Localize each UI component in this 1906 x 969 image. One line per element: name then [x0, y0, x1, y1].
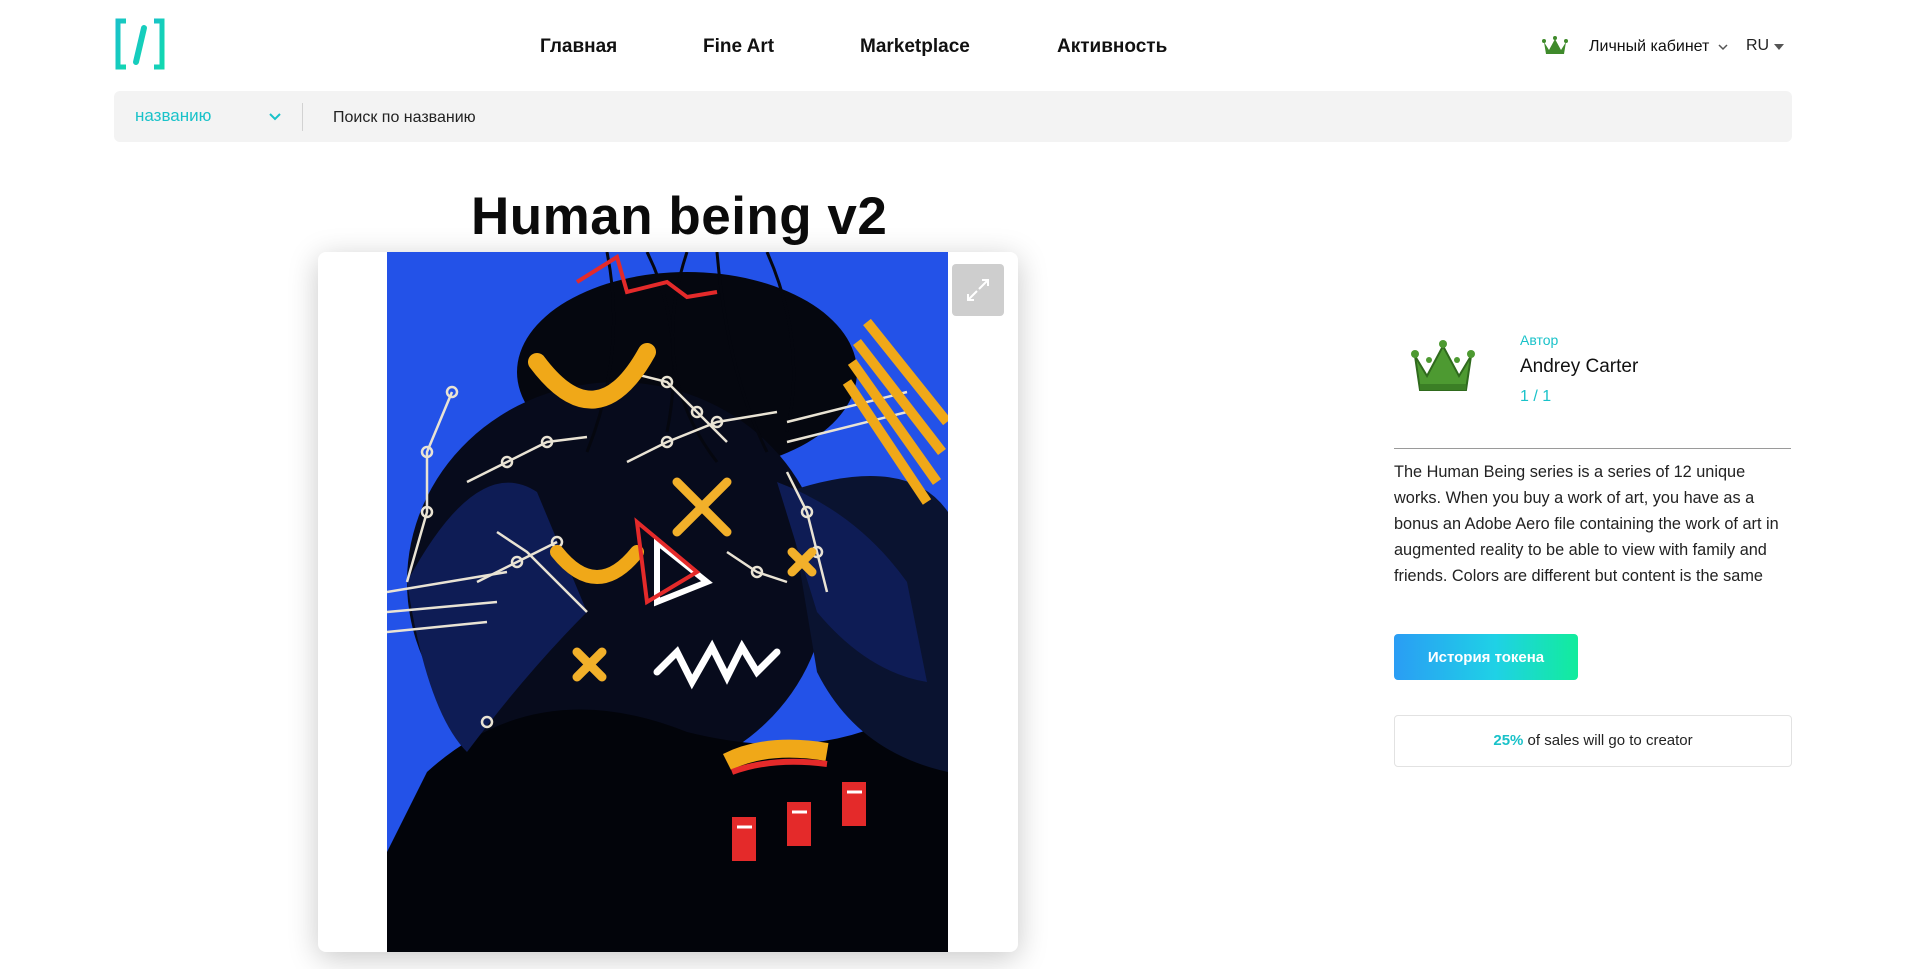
- caret-down-icon[interactable]: [1774, 44, 1784, 50]
- author-label: Автор: [1520, 332, 1559, 348]
- token-history-button[interactable]: История токена: [1394, 634, 1578, 680]
- royalty-percent: 25%: [1493, 732, 1524, 749]
- search-divider: [302, 103, 303, 131]
- nav-marketplace[interactable]: Marketplace: [860, 36, 970, 58]
- royalty-info: 25% of sales will go to creator: [1394, 715, 1792, 767]
- nav-fine-art[interactable]: Fine Art: [703, 36, 774, 58]
- language-selector[interactable]: RU: [1746, 37, 1769, 55]
- nav-activity[interactable]: Активность: [1057, 36, 1167, 58]
- search-bar: названию: [114, 91, 1792, 142]
- search-filter-select[interactable]: названию: [135, 106, 211, 126]
- chevron-down-icon[interactable]: [267, 110, 283, 124]
- author-avatar-crown-icon[interactable]: [1411, 338, 1475, 396]
- nav-home[interactable]: Главная: [540, 36, 617, 58]
- crown-icon: [1542, 36, 1568, 54]
- expand-button[interactable]: [952, 264, 1004, 316]
- author-name[interactable]: Andrey Carter: [1520, 356, 1638, 378]
- edition-count: 1 / 1: [1520, 388, 1552, 405]
- artwork-title: Human being v2: [471, 187, 888, 246]
- artwork-description: The Human Being series is a series of 12…: [1394, 463, 1779, 585]
- divider: [1394, 448, 1791, 449]
- royalty-text: of sales will go to creator: [1523, 732, 1693, 749]
- account-menu[interactable]: Личный кабинет: [1589, 38, 1709, 56]
- chevron-down-icon[interactable]: [1716, 40, 1730, 54]
- search-input[interactable]: [317, 101, 935, 135]
- expand-icon: [967, 279, 989, 301]
- artwork-card: [318, 252, 1018, 952]
- artwork-image[interactable]: [387, 252, 948, 952]
